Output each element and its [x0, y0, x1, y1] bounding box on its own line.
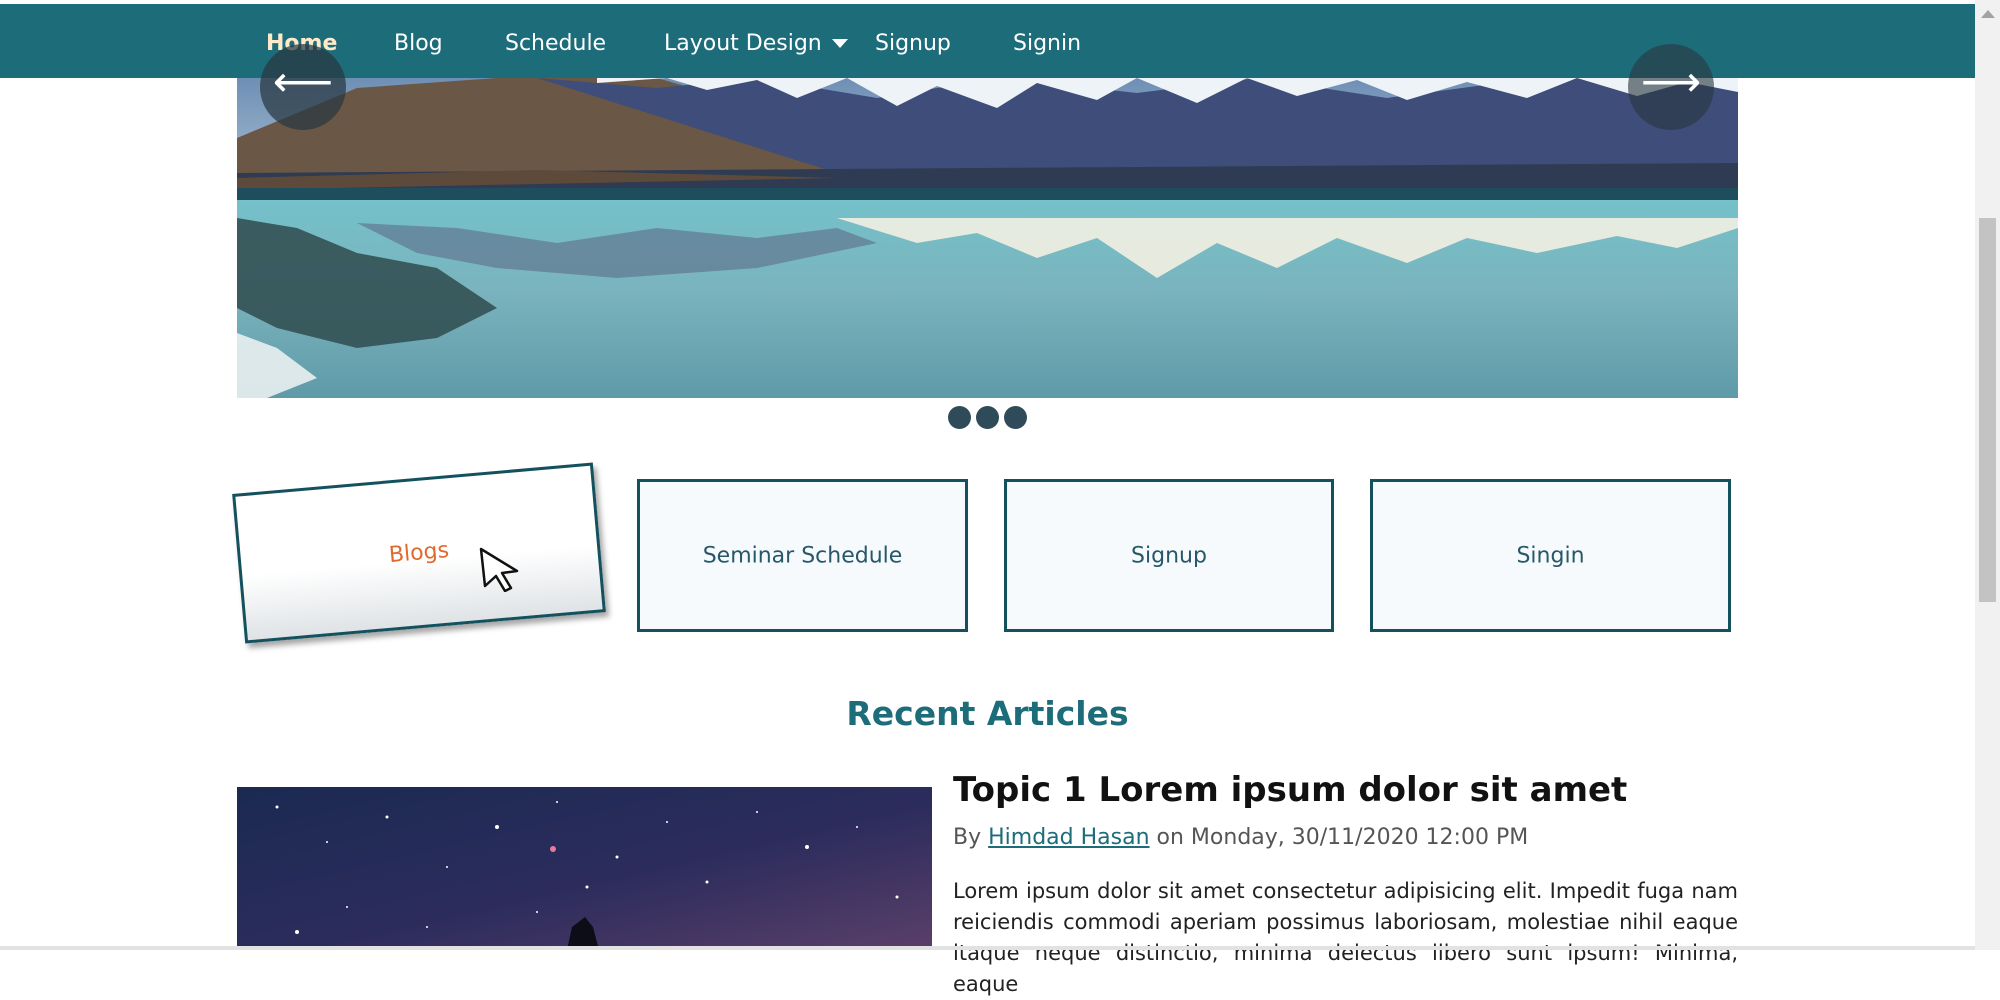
vertical-scrollbar[interactable] [1975, 0, 2000, 950]
article-excerpt: Lorem ipsum dolor sit amet consectetur a… [953, 879, 1738, 996]
arrow-right-icon: ⟶ [1640, 57, 1702, 106]
nav-signin[interactable]: Signin [1013, 4, 1081, 78]
nav-signup[interactable]: Signup [875, 4, 951, 78]
author-link[interactable]: Himdad Hasan [988, 825, 1149, 850]
carousel-next-button[interactable]: ⟶ [1628, 44, 1714, 130]
article-meta: By Himdad Hasan on Monday, 30/11/2020 12… [953, 825, 1528, 850]
mouse-cursor-icon [478, 546, 522, 596]
article-title[interactable]: Topic 1 Lorem ipsum dolor sit amet [953, 770, 1627, 810]
nav-layout-design-label: Layout Design [664, 31, 822, 56]
card-seminar-schedule[interactable]: Seminar Schedule [637, 479, 968, 632]
carousel-indicators [948, 406, 1032, 430]
nav-schedule[interactable]: Schedule [505, 4, 606, 78]
card-blogs[interactable]: Blogs [232, 462, 606, 644]
carousel-indicator[interactable] [948, 406, 971, 429]
article-date: on Monday, 30/11/2020 12:00 PM [1156, 825, 1529, 850]
article-thumbnail[interactable] [237, 787, 932, 950]
scrollbar-thumb[interactable] [1979, 218, 1996, 602]
carousel-indicator[interactable] [1004, 406, 1027, 429]
card-label: Seminar Schedule [702, 543, 903, 568]
carousel-slide-image [237, 78, 1738, 398]
carousel-prev-button[interactable]: ⟵ [260, 44, 346, 130]
card-label: Blogs [387, 537, 451, 569]
card-signup[interactable]: Signup [1004, 479, 1334, 632]
card-signin[interactable]: Singin [1370, 479, 1731, 632]
byline-prefix: By [953, 825, 982, 850]
horizontal-scrollbar[interactable] [0, 946, 1975, 950]
arrow-left-icon: ⟵ [272, 57, 334, 106]
nav-layout-design[interactable]: Layout Design [664, 4, 848, 78]
scroll-up-arrow-icon[interactable] [1981, 10, 1995, 18]
section-title: Recent Articles [846, 694, 1129, 733]
card-label: Signup [1131, 543, 1207, 568]
caret-down-icon [831, 38, 848, 48]
card-label: Singin [1516, 543, 1585, 568]
nav-blog[interactable]: Blog [394, 4, 443, 78]
carousel-indicator[interactable] [976, 406, 999, 429]
